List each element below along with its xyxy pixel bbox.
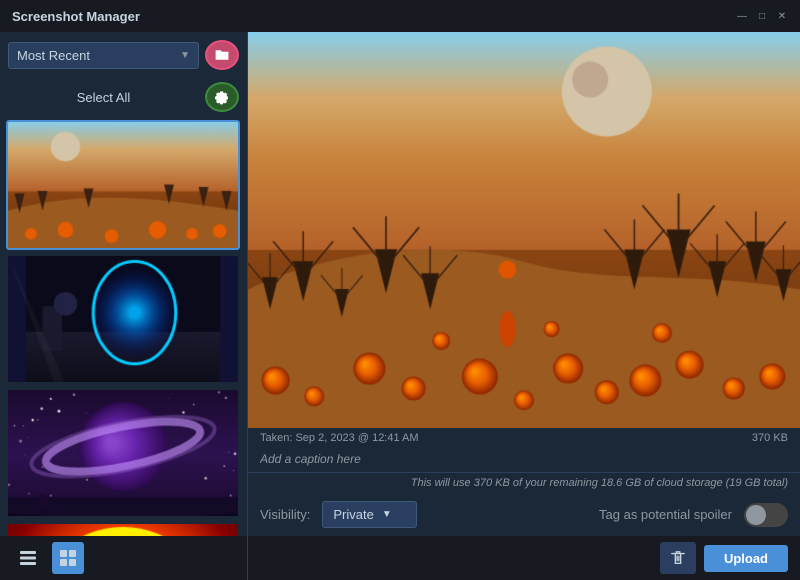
settings-button[interactable] — [205, 82, 239, 112]
visibility-dropdown[interactable]: Private ▼ — [322, 501, 416, 528]
select-all-row: Select All — [0, 78, 247, 116]
visibility-value: Private — [333, 507, 373, 522]
file-size: 370 KB — [752, 432, 788, 444]
thumbnail-list — [0, 116, 247, 536]
window-title: Screenshot Manager — [12, 9, 140, 24]
title-bar: Screenshot Manager — □ ✕ — [0, 0, 800, 32]
thumbnail-item[interactable] — [6, 120, 240, 250]
grid-icon — [59, 549, 77, 567]
minimize-btn[interactable]: — — [736, 10, 748, 22]
list-icon — [19, 549, 37, 567]
window-controls: — □ ✕ — [736, 10, 788, 22]
maximize-btn[interactable]: □ — [756, 10, 768, 22]
bottom-action-bar: Upload — [248, 536, 800, 580]
select-all-button[interactable]: Select All — [8, 90, 199, 105]
spoiler-toggle[interactable] — [744, 503, 788, 527]
spoiler-label: Tag as potential spoiler — [599, 507, 732, 522]
storage-note: This will use 370 KB of your remaining 1… — [248, 473, 800, 493]
sort-dropdown[interactable]: Most Recent ▼ — [8, 42, 199, 69]
close-btn[interactable]: ✕ — [776, 10, 788, 22]
visibility-row: Visibility: Private ▼ Tag as potential s… — [248, 493, 800, 536]
delete-button[interactable] — [660, 542, 696, 574]
main-layout: Most Recent ▼ Select All — [0, 32, 800, 580]
folder-button[interactable] — [205, 40, 239, 70]
dropdown-row: Most Recent ▼ — [0, 32, 247, 78]
right-panel: Taken: Sep 2, 2023 @ 12:41 AM 370 KB Thi… — [248, 32, 800, 580]
sort-label: Most Recent — [17, 48, 90, 63]
taken-timestamp: Taken: Sep 2, 2023 @ 12:41 AM — [260, 432, 419, 444]
chevron-down-icon: ▼ — [180, 50, 190, 61]
trash-icon — [670, 550, 686, 566]
thumbnail-item[interactable] — [6, 254, 240, 384]
visibility-label: Visibility: — [260, 507, 310, 522]
grid-view-button[interactable] — [52, 542, 84, 574]
thumbnail-item[interactable] — [6, 522, 240, 536]
left-bottom-nav — [0, 536, 247, 580]
chevron-down-icon: ▼ — [382, 509, 392, 520]
gear-icon — [214, 89, 230, 105]
caption-input[interactable] — [248, 448, 800, 473]
info-bar: Taken: Sep 2, 2023 @ 12:41 AM 370 KB — [248, 428, 800, 448]
thumbnail-item[interactable] — [6, 388, 240, 518]
upload-button[interactable]: Upload — [704, 545, 788, 572]
folder-icon — [214, 47, 230, 63]
toggle-knob — [746, 505, 766, 525]
main-image-container — [248, 32, 800, 428]
list-view-button[interactable] — [12, 542, 44, 574]
left-panel: Most Recent ▼ Select All — [0, 32, 248, 580]
upload-label: Upload — [724, 551, 768, 566]
